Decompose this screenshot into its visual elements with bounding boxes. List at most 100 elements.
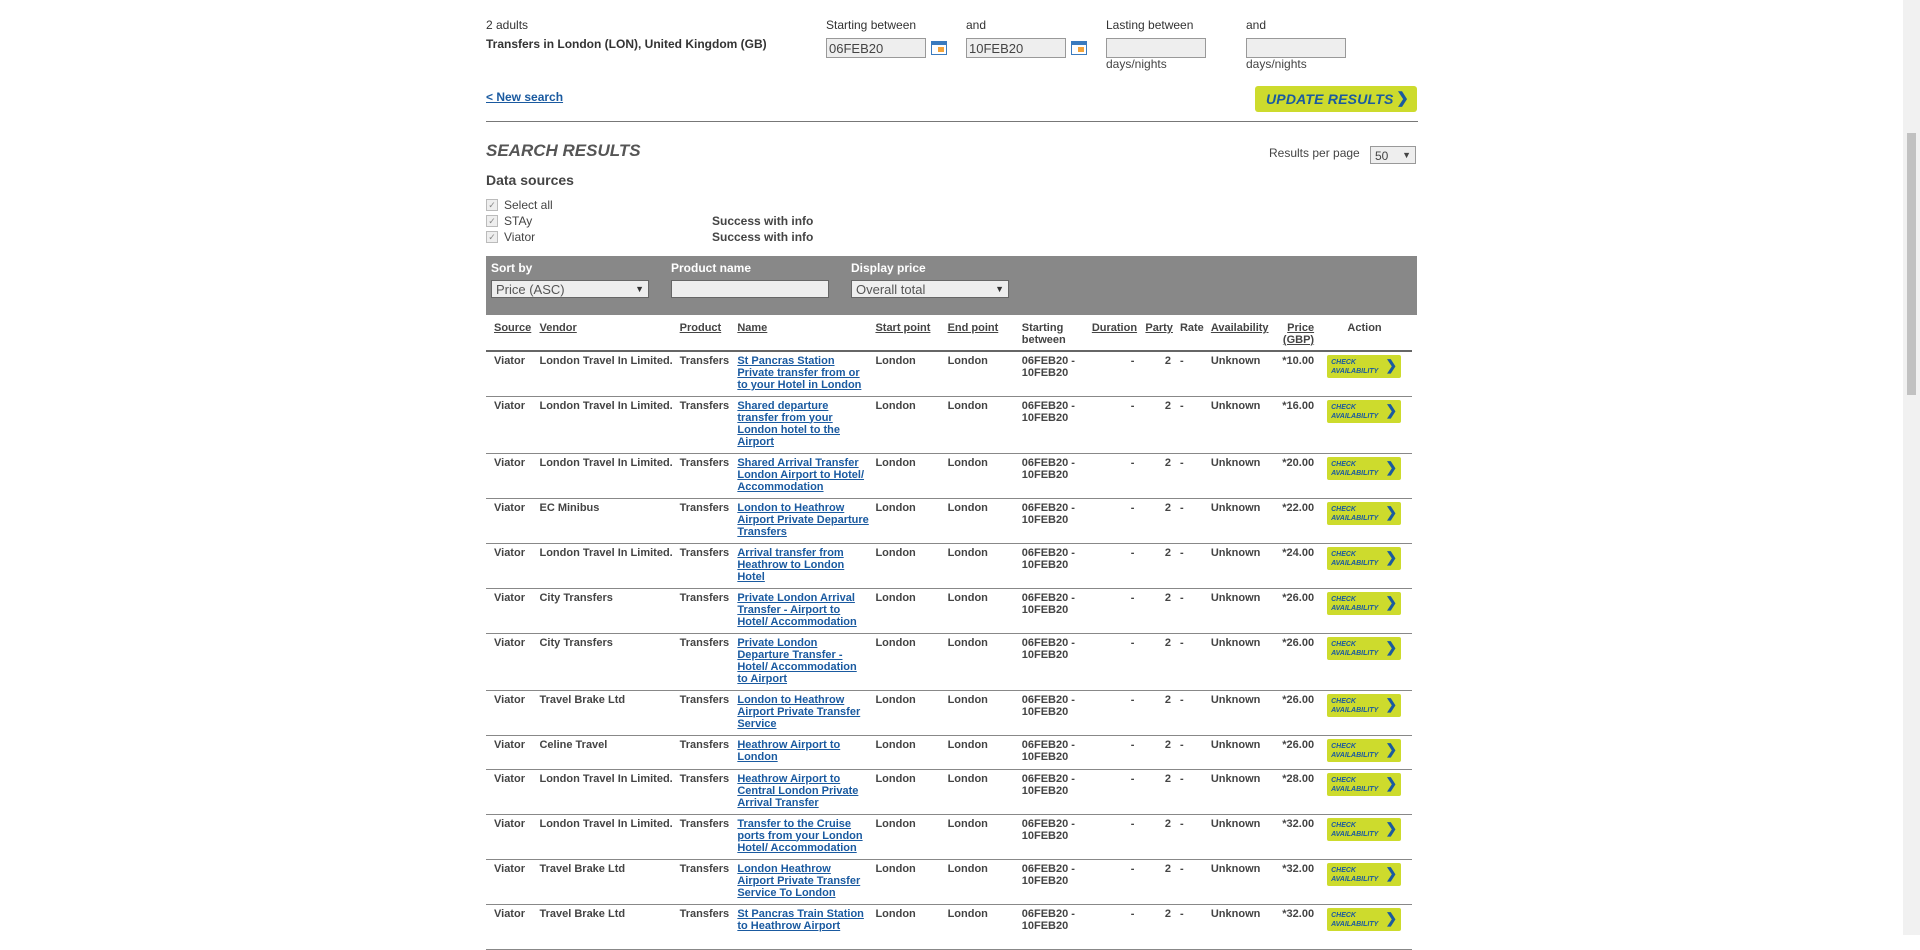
- source-checkbox-stay[interactable]: ✓ STAy: [486, 214, 532, 228]
- calendar-icon[interactable]: [1071, 41, 1087, 55]
- cell-start-point: London: [872, 543, 945, 589]
- select-all-checkbox[interactable]: ✓ Select all: [486, 198, 553, 212]
- cell-end-point: London: [944, 453, 1019, 499]
- sort-product-link[interactable]: Product: [680, 322, 722, 334]
- sort-duration-link[interactable]: Duration: [1092, 322, 1137, 334]
- cell-source: Viator: [486, 859, 537, 905]
- cell-duration: -: [1088, 498, 1143, 544]
- sort-start-point-link[interactable]: Start point: [875, 322, 930, 334]
- check-availability-label: CHECK AVAILABILITY: [1331, 866, 1379, 883]
- results-per-page-select[interactable]: 50 ▼: [1370, 146, 1416, 164]
- sort-party-link[interactable]: Party: [1145, 322, 1173, 334]
- cell-rate: -: [1176, 904, 1208, 950]
- product-name-label: Product name: [671, 261, 752, 275]
- sort-availability-link[interactable]: Availability: [1211, 322, 1269, 334]
- sort-end-point-link[interactable]: End point: [948, 322, 999, 334]
- cell-rate: -: [1176, 396, 1208, 454]
- product-name-link[interactable]: London to Heathrow Airport Private Depar…: [737, 502, 868, 538]
- new-search-link[interactable]: < New search: [486, 90, 563, 104]
- lasting-to-input[interactable]: [1246, 38, 1346, 58]
- checkbox-checked-icon[interactable]: ✓: [486, 198, 498, 211]
- chevron-right-icon: ❯: [1385, 357, 1398, 373]
- cell-product: Transfers: [676, 735, 735, 770]
- scrollbar-thumb[interactable]: [1907, 133, 1916, 395]
- chevron-right-icon: ❯: [1396, 90, 1409, 107]
- product-name-link[interactable]: Private London Departure Transfer - Hote…: [737, 637, 856, 685]
- sort-source-link[interactable]: Source: [494, 322, 531, 334]
- cell-party: 2: [1142, 396, 1177, 454]
- cell-duration: -: [1088, 904, 1143, 950]
- cell-product: Transfers: [676, 498, 735, 544]
- calendar-icon[interactable]: [931, 41, 947, 55]
- check-availability-button[interactable]: CHECK AVAILABILITY ❯: [1327, 693, 1402, 717]
- product-name-link[interactable]: St Pancras Train Station to Heathrow Air…: [737, 908, 864, 932]
- cell-availability: Unknown: [1207, 396, 1276, 454]
- lasting-from-input[interactable]: [1106, 38, 1206, 58]
- destination: Transfers in London (LON), United Kingdo…: [486, 37, 767, 51]
- table-row: Viator EC Minibus Transfers London to Heath…: [486, 498, 1412, 544]
- days-nights-label: days/nights: [1106, 57, 1167, 71]
- cell-availability: Unknown: [1207, 904, 1276, 950]
- cell-price: *16.00: [1275, 396, 1318, 454]
- check-availability-button[interactable]: CHECK AVAILABILITY ❯: [1327, 738, 1402, 762]
- product-name-link[interactable]: London to Heathrow Airport Private Trans…: [737, 694, 860, 730]
- check-availability-label: CHECK AVAILABILITY: [1331, 359, 1379, 375]
- cell-product: Transfers: [676, 633, 735, 691]
- product-name-link[interactable]: London Heathrow Airport Private Transfer…: [737, 863, 860, 899]
- check-availability-button[interactable]: CHECK AVAILABILITY ❯: [1327, 399, 1402, 423]
- cell-duration: -: [1088, 351, 1143, 397]
- cell-vendor: City Transfers: [536, 588, 677, 634]
- cell-rate: -: [1176, 814, 1208, 860]
- page-scrollbar[interactable]: [1903, 0, 1920, 935]
- cell-availability: Unknown: [1207, 498, 1276, 544]
- check-availability-label: CHECK AVAILABILITY: [1331, 595, 1379, 612]
- update-results-button[interactable]: UPDATE RESULTS ❯: [1255, 86, 1417, 112]
- check-availability-button[interactable]: CHECK AVAILABILITY ❯: [1327, 546, 1402, 570]
- check-availability-button[interactable]: CHECK AVAILABILITY ❯: [1327, 772, 1402, 796]
- checkbox-checked-icon[interactable]: ✓: [486, 214, 498, 227]
- cell-start-point: London: [872, 735, 945, 770]
- source-name: STAy: [504, 214, 533, 228]
- cell-duration: -: [1088, 543, 1143, 589]
- check-availability-button[interactable]: CHECK AVAILABILITY ❯: [1327, 355, 1402, 378]
- start-date-from-input[interactable]: [826, 38, 926, 58]
- product-name-link[interactable]: Transfer to the Cruise ports from your L…: [737, 818, 862, 854]
- chevron-down-icon: ▼: [995, 284, 1004, 294]
- table-row: Viator City Transfers Transfers Private Lon…: [486, 633, 1412, 691]
- product-name-link[interactable]: St Pancras Station Private transfer from…: [737, 355, 861, 391]
- sort-by-select[interactable]: Price (ASC) ▼: [491, 280, 649, 298]
- cell-starting-between: 06FEB20 - 10FEB20: [1018, 814, 1089, 860]
- product-name-link[interactable]: Shared Arrival Transfer London Airport t…: [737, 457, 864, 493]
- product-name-input[interactable]: [671, 280, 829, 298]
- sort-price-link[interactable]: Price (GBP): [1283, 322, 1314, 346]
- source-checkbox-viator[interactable]: ✓ Viator: [486, 230, 535, 244]
- check-availability-label: CHECK AVAILABILITY: [1331, 460, 1379, 477]
- checkbox-checked-icon[interactable]: ✓: [486, 230, 498, 243]
- cell-start-point: London: [872, 453, 945, 499]
- cell-party: 2: [1142, 690, 1177, 736]
- check-availability-button[interactable]: CHECK AVAILABILITY ❯: [1327, 817, 1402, 841]
- check-availability-button[interactable]: CHECK AVAILABILITY ❯: [1327, 591, 1402, 615]
- chevron-right-icon: ❯: [1385, 401, 1398, 418]
- product-name-link[interactable]: Heathrow Airport to London: [737, 739, 840, 763]
- product-name-link[interactable]: Private London Arrival Transfer - Airpor…: [737, 592, 856, 628]
- display-price-select[interactable]: Overall total ▼: [851, 280, 1009, 298]
- product-name-link[interactable]: Heathrow Airport to Central London Priva…: [737, 773, 858, 809]
- table-row: Viator London Travel In Limited. Transfers…: [486, 814, 1412, 860]
- check-availability-button[interactable]: CHECK AVAILABILITY ❯: [1327, 907, 1402, 931]
- start-date-to-input[interactable]: [966, 38, 1066, 58]
- check-availability-button[interactable]: CHECK AVAILABILITY ❯: [1327, 456, 1402, 480]
- sort-vendor-link[interactable]: Vendor: [539, 322, 576, 334]
- cell-starting-between: 06FEB20 - 10FEB20: [1018, 859, 1089, 905]
- product-name-link[interactable]: Shared departure transfer from your Lond…: [737, 400, 840, 448]
- check-availability-button[interactable]: CHECK AVAILABILITY ❯: [1327, 862, 1402, 886]
- days-nights-label: days/nights: [1246, 57, 1307, 71]
- cell-start-point: London: [872, 859, 945, 905]
- chevron-right-icon: ❯: [1385, 909, 1398, 926]
- check-availability-button[interactable]: CHECK AVAILABILITY ❯: [1327, 501, 1402, 525]
- product-name-link[interactable]: Arrival transfer from Heathrow to London…: [737, 547, 844, 583]
- check-availability-button[interactable]: CHECK AVAILABILITY ❯: [1327, 636, 1402, 660]
- sort-name-link[interactable]: Name: [737, 322, 767, 334]
- cell-source: Viator: [486, 588, 537, 634]
- cell-starting-between: 06FEB20 - 10FEB20: [1018, 453, 1089, 499]
